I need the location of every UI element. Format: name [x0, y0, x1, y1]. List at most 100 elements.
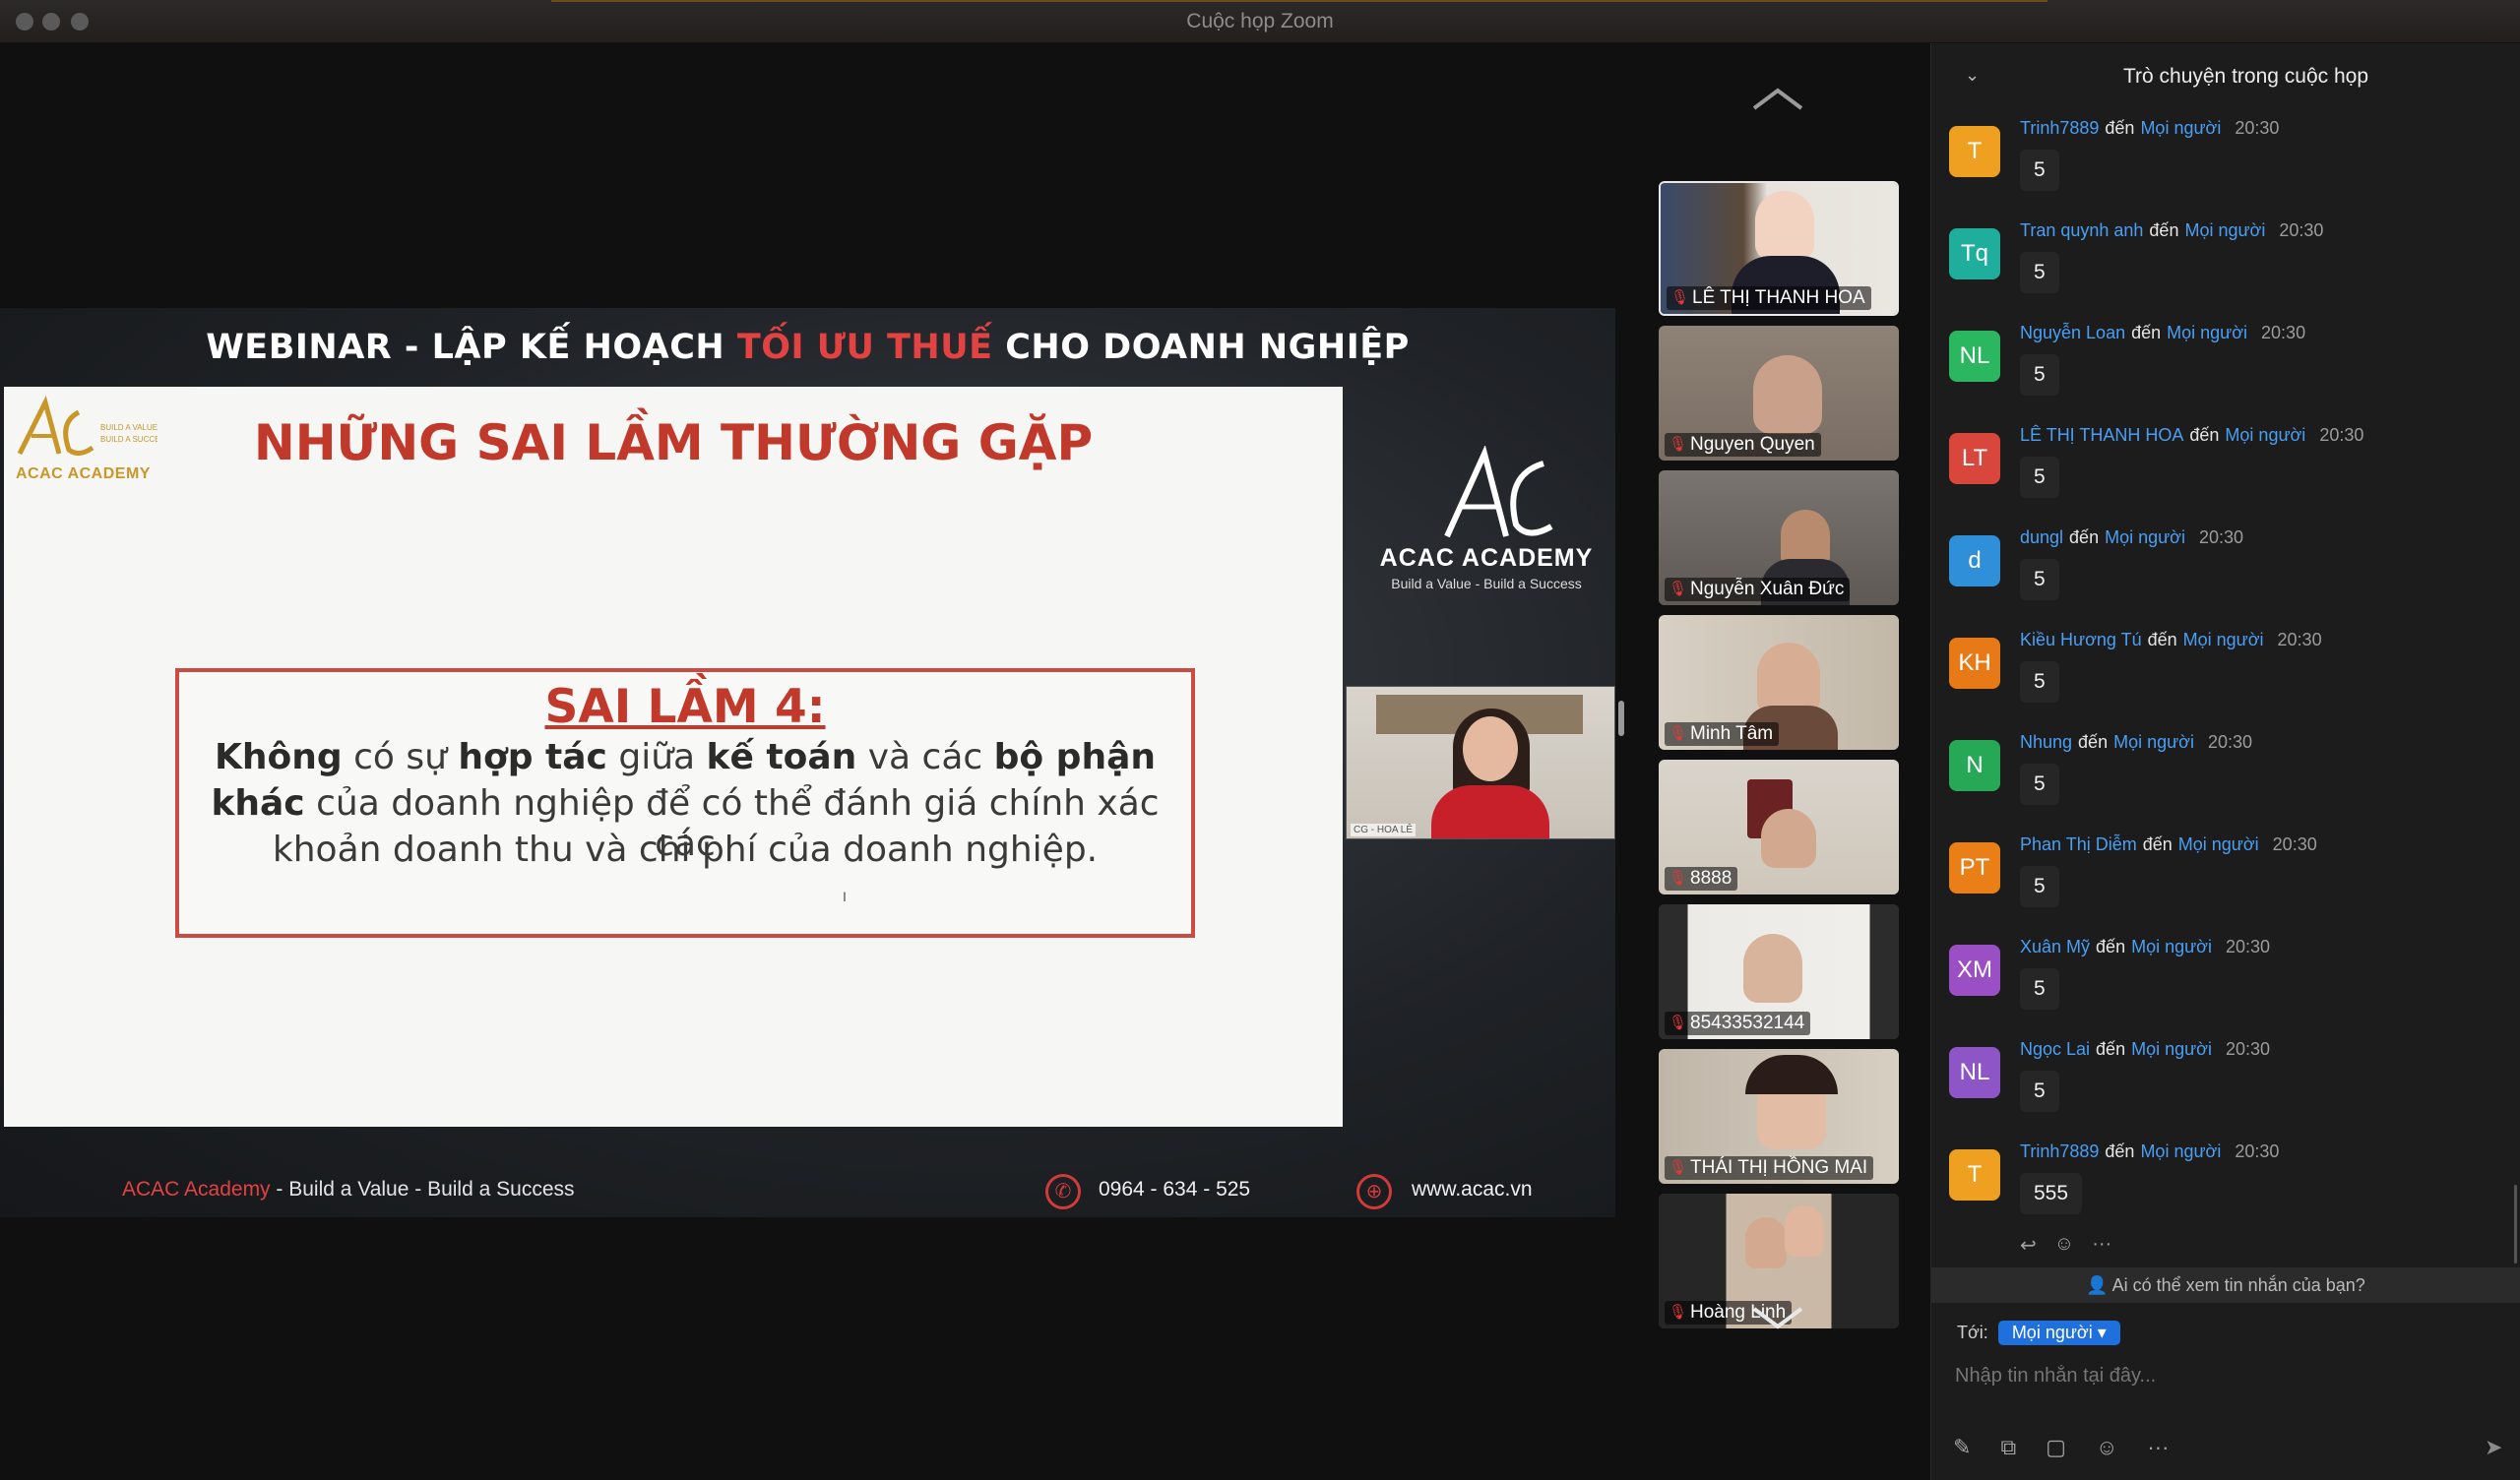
sender-name[interactable]: Kiều Hương Tú: [2020, 630, 2142, 649]
message-time: 20:30: [2261, 323, 2306, 342]
slide-content: BUILD A VALUE BUILD A SUCCESS ACAC ACADE…: [4, 387, 1343, 1127]
avatar: T: [1949, 126, 2000, 177]
chat-message[interactable]: T Trinh7889 đến Mọi người 20:30 5: [1931, 114, 2520, 216]
message-time: 20:30: [2225, 937, 2271, 956]
message-text: 5: [2020, 354, 2059, 396]
recipient-name[interactable]: Mọi người: [2131, 937, 2212, 956]
avatar: PT: [1949, 842, 2000, 894]
recipient-name[interactable]: Mọi người: [2113, 732, 2194, 752]
message-visibility-note[interactable]: 👤 Ai có thể xem tin nhắn của bạn?: [1931, 1267, 2520, 1303]
recipient-name[interactable]: Mọi người: [2183, 630, 2264, 649]
chat-message[interactable]: PT Phan Thị Diễm đến Mọi người 20:30 5: [1931, 831, 2520, 933]
emoji-icon[interactable]: ☺: [2054, 1233, 2074, 1258]
recipient-name[interactable]: Mọi người: [2225, 425, 2305, 445]
avatar: NL: [1949, 1047, 2000, 1098]
mistake-line-3: khoản doanh thu và chi phí của doanh ngh…: [272, 830, 1099, 870]
message-meta: Kiều Hương Tú đến Mọi người 20:30: [2020, 630, 2322, 650]
more-icon[interactable]: ···: [2147, 1435, 2169, 1460]
chat-message[interactable]: LT LÊ THỊ THANH HOA đến Mọi người 20:30 5: [1931, 421, 2520, 524]
recipient-name[interactable]: Mọi người: [2167, 323, 2247, 342]
chevron-up-icon[interactable]: [1750, 85, 1805, 112]
recipient-name[interactable]: Mọi người: [2140, 118, 2221, 138]
message-meta: LÊ THỊ THANH HOA đến Mọi người 20:30: [2020, 425, 2363, 446]
chat-message[interactable]: N Nhung đến Mọi người 20:30 5: [1931, 728, 2520, 831]
recipient-name[interactable]: Mọi người: [2105, 527, 2185, 547]
to-word: đến: [2078, 732, 2109, 752]
message-time: 20:30: [2272, 834, 2317, 854]
chat-input[interactable]: [1953, 1358, 2504, 1393]
chat-scrollbar[interactable]: [2514, 1185, 2517, 1264]
message-time: 20:30: [2207, 732, 2253, 752]
mic-muted-icon: 🎙: [1669, 1015, 1688, 1031]
recipient-name[interactable]: Mọi người: [2140, 1141, 2221, 1161]
participant-tile[interactable]: 🎙 Nguyen Quyen: [1659, 326, 1899, 461]
format-icon[interactable]: ✎: [1953, 1435, 1971, 1460]
message-time: 20:30: [2277, 630, 2322, 649]
mistake-box: SAI LẦM 4: Không có sự hợp tác giữa kế t…: [175, 668, 1195, 938]
sender-name[interactable]: Nhung: [2020, 732, 2072, 752]
chat-message[interactable]: d dungl đến Mọi người 20:30 5: [1931, 524, 2520, 626]
send-icon[interactable]: ➤: [2485, 1435, 2502, 1460]
avatar: N: [1949, 740, 2000, 791]
to-word: đến: [2142, 834, 2173, 854]
message-text: 5: [2020, 661, 2059, 703]
acac-logo: BUILD A VALUE BUILD A SUCCESS ACAC ACADE…: [10, 393, 170, 487]
message-meta: Nguyễn Loan đến Mọi người 20:30: [2020, 323, 2305, 343]
to-word: đến: [2147, 630, 2177, 649]
recipient-select[interactable]: Mọi người ▾: [1997, 1321, 2120, 1345]
avatar: d: [1949, 535, 2000, 586]
message-text: 5: [2020, 252, 2059, 293]
message-time: 20:30: [2198, 527, 2244, 547]
reply-icon[interactable]: ↩: [2020, 1233, 2037, 1258]
recipient-name[interactable]: Mọi người: [2184, 220, 2265, 240]
message-meta: Trinh7889 đến Mọi người 20:30: [2020, 118, 2279, 139]
emoji-icon[interactable]: ☺: [2096, 1435, 2117, 1460]
sender-name[interactable]: Phan Thị Diễm: [2020, 834, 2137, 854]
avatar: KH: [1949, 638, 2000, 689]
message-meta: Phan Thị Diễm đến Mọi người 20:30: [2020, 834, 2317, 855]
more-icon[interactable]: ···: [2092, 1233, 2111, 1258]
participant-tile[interactable]: 🎙 Minh Tâm: [1659, 615, 1899, 750]
avatar: Tq: [1949, 228, 2000, 279]
file-icon[interactable]: ▢: [2046, 1435, 2066, 1460]
chat-message[interactable]: XM Xuân Mỹ đến Mọi người 20:30 5: [1931, 933, 2520, 1035]
chevron-down-icon[interactable]: [1750, 1303, 1805, 1330]
sender-name[interactable]: dungl: [2020, 527, 2063, 547]
sender-name[interactable]: Xuân Mỹ: [2020, 937, 2090, 956]
recipient-name[interactable]: Mọi người: [2178, 834, 2259, 854]
message-text: 555: [2020, 1173, 2083, 1214]
recipient-row: Tới: Mọi người ▾: [1957, 1321, 2120, 1345]
chat-message[interactable]: T Trinh7889 đến Mọi người 20:30 555: [1931, 1138, 2520, 1240]
message-meta: Nhung đến Mọi người 20:30: [2020, 732, 2252, 753]
mic-muted-icon: 🎙: [1669, 1304, 1688, 1321]
participant-tile[interactable]: 🎙 8888: [1659, 760, 1899, 894]
participant-tile[interactable]: 🎙 LÊ THỊ THANH HOA: [1659, 181, 1899, 316]
chat-message[interactable]: KH Kiều Hương Tú đến Mọi người 20:30 5: [1931, 626, 2520, 728]
participant-tile[interactable]: 🎙 THÁI THỊ HỒNG MAI: [1659, 1049, 1899, 1184]
screenshot-icon[interactable]: ⧉: [2000, 1435, 2016, 1460]
slide-title: NHỮNG SAI LẦM THƯỜNG GẶP: [253, 414, 1094, 471]
to-word: đến: [2131, 323, 2162, 342]
mic-muted-icon: 🎙: [1669, 725, 1688, 742]
message-meta: Trinh7889 đến Mọi người 20:30: [2020, 1141, 2279, 1162]
chat-message[interactable]: Tq Tran quynh anh đến Mọi người 20:30 5: [1931, 216, 2520, 319]
avatar: T: [1949, 1149, 2000, 1201]
sender-name[interactable]: LÊ THỊ THANH HOA: [2020, 425, 2183, 445]
chat-message[interactable]: NL Nguyễn Loan đến Mọi người 20:30 5: [1931, 319, 2520, 421]
recipient-name[interactable]: Mọi người: [2131, 1039, 2212, 1059]
shared-screen[interactable]: WEBINAR - LẬP KẾ HOẠCH TỐI ƯU THUẾ CHO D…: [0, 308, 1615, 1217]
sender-name[interactable]: Ngọc Lai: [2020, 1039, 2090, 1059]
sender-name[interactable]: Nguyễn Loan: [2020, 323, 2125, 342]
message-text: 5: [2020, 866, 2059, 907]
sender-name[interactable]: Trinh7889: [2020, 118, 2099, 138]
message-time: 20:30: [2279, 220, 2324, 240]
chat-message[interactable]: NL Ngọc Lai đến Mọi người 20:30 5: [1931, 1035, 2520, 1138]
sender-name[interactable]: Trinh7889: [2020, 1141, 2099, 1161]
mistake-line-1: Không có sự hợp tác giữa kế toán và các …: [215, 737, 1156, 777]
participant-tile[interactable]: 🎙 Nguyễn Xuân Đức: [1659, 470, 1899, 605]
message-meta: Ngọc Lai đến Mọi người 20:30: [2020, 1039, 2270, 1060]
message-time: 20:30: [2319, 425, 2364, 445]
participant-tile[interactable]: 🎙 85433532144: [1659, 904, 1899, 1039]
sender-name[interactable]: Tran quynh anh: [2020, 220, 2143, 240]
resize-handle[interactable]: [1618, 701, 1624, 736]
